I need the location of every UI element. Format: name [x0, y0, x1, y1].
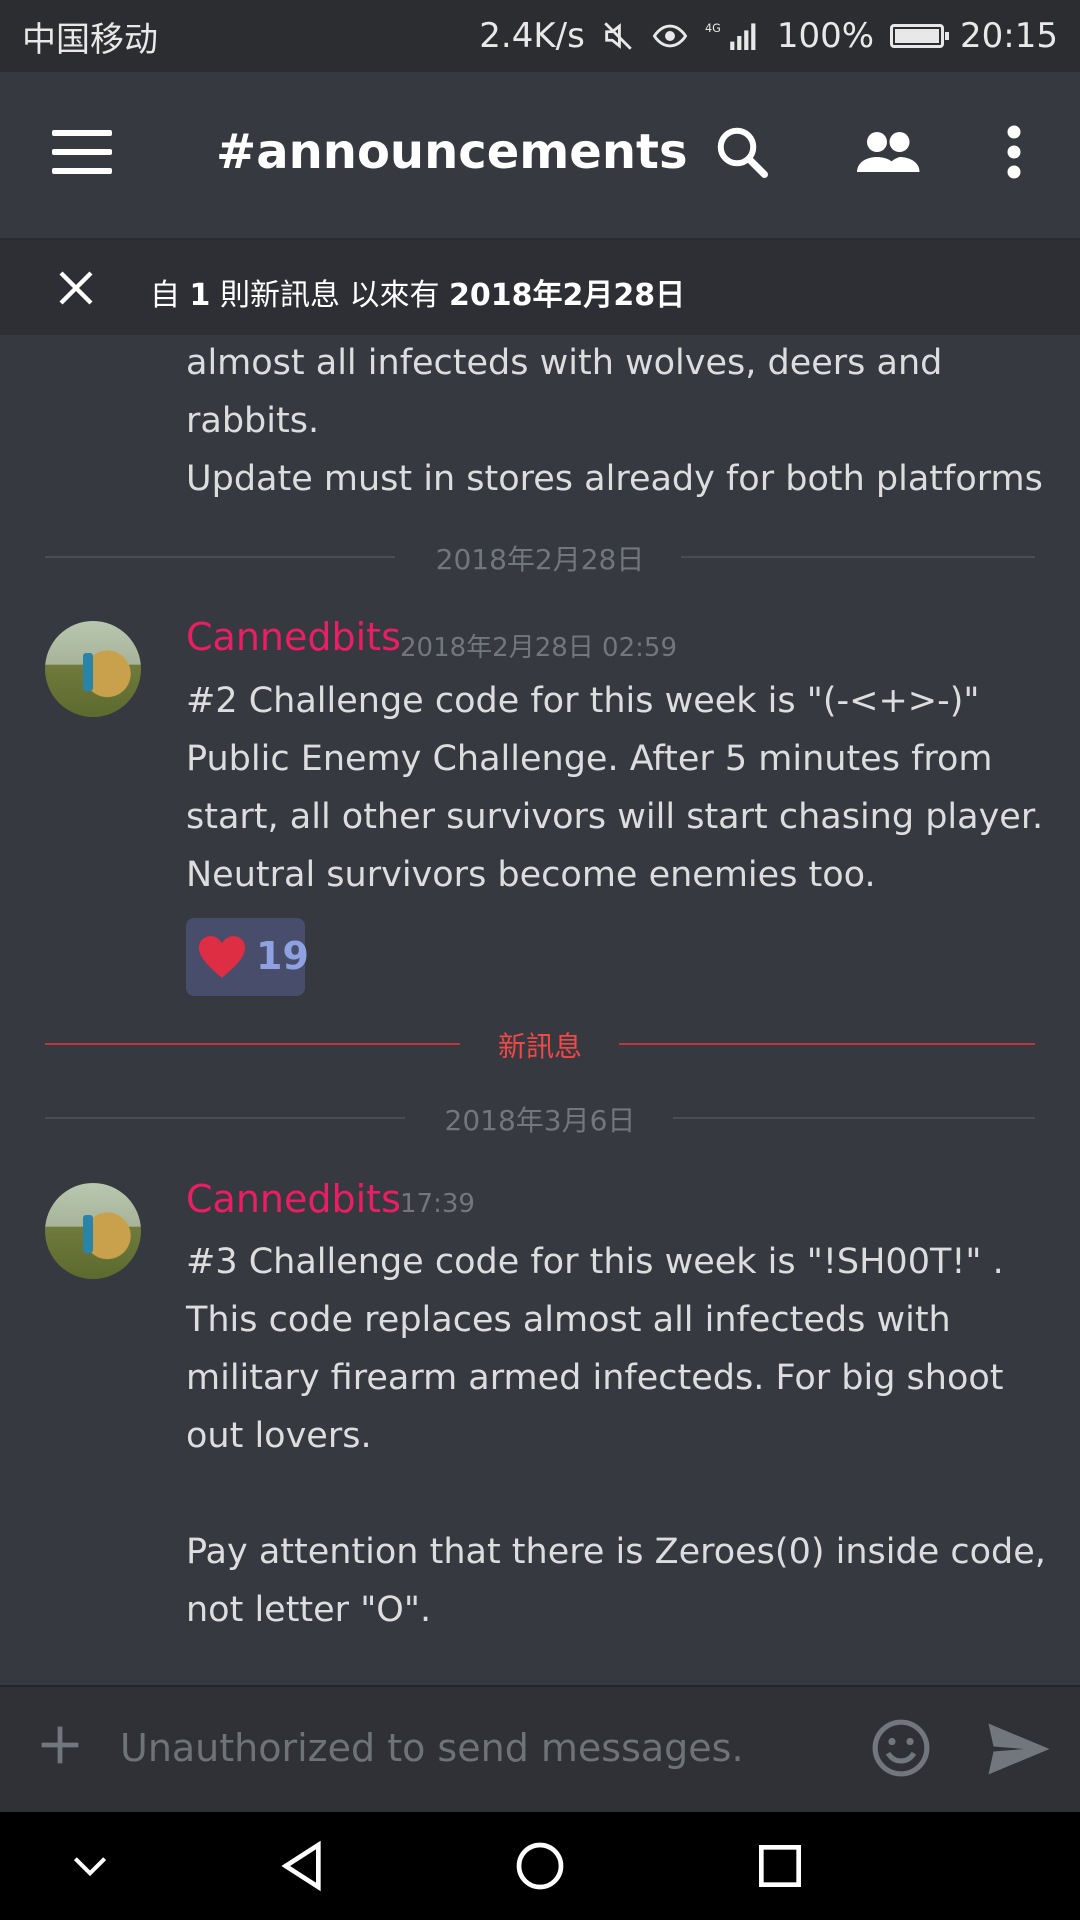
message-line: Neutral survivors become enemies too.	[186, 855, 876, 895]
message-timestamp: 2018年2月28日 02:59	[400, 633, 677, 663]
status-right: 2.4K/s 4G 100% 20:15	[479, 16, 1058, 56]
new-messages-bar[interactable]: 自 1 則新訊息 以來有 2018年2月28日	[0, 240, 1080, 335]
status-bar: 中国移动 2.4K/s 4G 100% 20:15	[0, 0, 1080, 72]
system-nav-bar	[0, 1812, 1080, 1920]
message-input[interactable]	[118, 1717, 822, 1779]
battery-icon	[890, 24, 950, 48]
avatar[interactable]	[45, 1183, 141, 1279]
reaction-heart[interactable]: 19	[186, 918, 309, 996]
new-count: 1	[189, 278, 211, 313]
date-divider: 2018年2月28日	[45, 538, 1035, 576]
date-divider: 2018年3月6日	[45, 1099, 1035, 1137]
heart-icon	[199, 936, 245, 978]
message-line: This code replaces almost all infecteds …	[186, 1300, 951, 1340]
emoji-icon[interactable]	[870, 1717, 932, 1779]
message-line: military firearm armed infecteds. For bi…	[186, 1358, 1004, 1398]
message-line: #3 Challenge code for this week is "!SH0…	[186, 1242, 1004, 1282]
author-name[interactable]: Cannedbits	[186, 615, 401, 659]
recents-icon[interactable]	[752, 1838, 808, 1894]
message-line: rabbits.	[186, 401, 320, 441]
menu-icon[interactable]	[52, 130, 112, 174]
new-middle: 則新訊息 以來有	[210, 278, 450, 313]
new-messages-text: 自 1 則新訊息 以來有 2018年2月28日	[150, 270, 685, 314]
new-date: 2018年2月28日	[449, 278, 686, 313]
new-prefix: 自	[150, 278, 190, 313]
members-icon[interactable]	[852, 122, 922, 182]
message-line: Pay attention that there is Zeroes(0) in…	[186, 1532, 1046, 1572]
message-timestamp: 17:39	[400, 1189, 475, 1219]
new-messages-divider: 新訊息	[45, 1025, 1035, 1063]
svg-text:4G: 4G	[705, 22, 721, 35]
date-divider-label: 2018年2月28日	[435, 543, 645, 576]
avatar[interactable]	[45, 621, 141, 717]
more-vert-icon[interactable]	[996, 122, 1032, 182]
clock: 20:15	[960, 16, 1058, 56]
message-line: almost all infecteds with wolves, deers …	[186, 343, 943, 383]
signal-icon: 4G	[705, 22, 756, 50]
battery-percent: 100%	[776, 16, 875, 56]
channel-toolbar: #announcements	[0, 72, 1080, 240]
message-line: #2 Challenge code for this week is "(-<+…	[186, 681, 980, 721]
date-divider-label: 2018年3月6日	[444, 1104, 636, 1137]
plus-icon[interactable]	[38, 1723, 82, 1767]
message-list[interactable]: almost all infecteds with wolves, deers …	[0, 335, 1080, 1685]
close-icon[interactable]	[56, 268, 96, 308]
author-name[interactable]: Cannedbits	[186, 1177, 401, 1221]
carrier-label: 中国移动	[22, 19, 158, 60]
send-icon[interactable]	[984, 1721, 1054, 1777]
message-line: Update must in stores already for both p…	[186, 459, 1043, 499]
chevron-down-icon[interactable]	[68, 1838, 112, 1894]
message-line: Public Enemy Challenge. After 5 minutes …	[186, 739, 993, 779]
reaction-count: 19	[256, 934, 309, 978]
back-icon[interactable]	[274, 1838, 330, 1894]
search-icon[interactable]	[712, 122, 772, 182]
net-speed: 2.4K/s	[479, 16, 585, 56]
eye-icon	[652, 24, 688, 48]
channel-title: #announcements	[216, 124, 688, 180]
message-line: out lovers.	[186, 1416, 372, 1456]
new-divider-label: 新訊息	[497, 1030, 582, 1063]
message-input-bar	[0, 1685, 1080, 1812]
home-icon[interactable]	[512, 1838, 568, 1894]
message-line: start, all other survivors will start ch…	[186, 797, 1044, 837]
mute-icon	[604, 22, 632, 50]
message-line: not letter "O".	[186, 1590, 432, 1630]
